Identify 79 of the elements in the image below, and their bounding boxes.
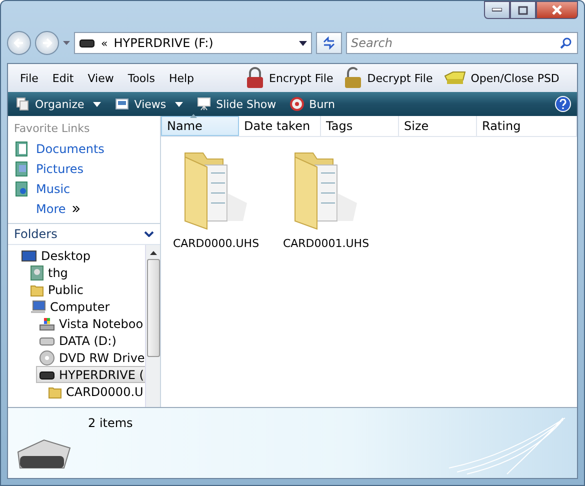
drive-icon	[79, 38, 95, 48]
more-link[interactable]: More	[14, 199, 80, 219]
disc-icon	[290, 97, 304, 111]
section-title: Favorite Links	[14, 122, 91, 135]
favorite-link[interactable]: Music	[14, 179, 70, 199]
toolbar-button[interactable]: Organize	[14, 97, 104, 111]
folder-item[interactable]: CARD0000.UHS	[171, 143, 261, 250]
menu-item[interactable]: Edit	[46, 70, 80, 86]
file-name: CARD0000.UHS	[172, 237, 260, 250]
favorite-link[interactable]: Documents	[14, 139, 104, 159]
refresh-button[interactable]	[316, 32, 342, 54]
tree-item[interactable]: DVD RW Drive	[36, 349, 145, 366]
hard-drive-icon	[39, 336, 55, 346]
menu-item[interactable]: Tools	[122, 70, 161, 86]
folders-header[interactable]: Folders	[8, 223, 160, 245]
chevron-icon	[144, 231, 154, 237]
toolbar-button[interactable]: Burn	[288, 97, 337, 111]
folder-item[interactable]: CARD0001.UHS	[281, 143, 371, 250]
open-padlock-icon	[343, 67, 364, 89]
tree-item[interactable]: Desktop	[18, 247, 94, 264]
tree-item[interactable]: Computer	[27, 298, 113, 315]
desktop-icon	[21, 248, 37, 262]
command-button[interactable]: Encrypt File	[242, 67, 336, 89]
projector-screen-icon	[197, 97, 212, 111]
tree-item[interactable]: thg	[27, 264, 71, 281]
item-count: 2 items	[88, 416, 133, 430]
up-arrow-icon[interactable]	[150, 251, 156, 255]
music-icon	[14, 181, 30, 197]
computer-icon	[30, 300, 46, 314]
caret-icon	[175, 102, 184, 106]
dropdown-arrow-icon[interactable]	[299, 40, 307, 46]
close-icon	[551, 5, 563, 15]
question-mark-icon	[559, 99, 567, 109]
back-button[interactable]	[7, 31, 31, 55]
padlock-icon	[245, 67, 266, 89]
disc-icon	[39, 350, 55, 366]
left-arrow-icon	[13, 37, 25, 49]
menu-item[interactable]: File	[14, 70, 44, 86]
toolbar-button[interactable]: Views	[113, 98, 186, 110]
maximize-button[interactable]	[510, 1, 536, 19]
folder-icon	[30, 282, 44, 296]
drive-icon	[442, 70, 467, 86]
tree-item[interactable]: Public	[27, 281, 87, 298]
double-chevron-icon	[72, 206, 80, 212]
address-bar[interactable]: « HYPERDRIVE (F:)	[74, 32, 312, 54]
right-arrow-icon	[41, 37, 53, 49]
drive-icon	[39, 370, 55, 380]
windows-drive-icon	[39, 316, 55, 330]
tree-item[interactable]: HYPERDRIVE (	[36, 366, 145, 383]
menu-item[interactable]: View	[82, 70, 120, 86]
menu-item[interactable]: Help	[162, 70, 200, 86]
forward-button[interactable]	[35, 31, 59, 55]
close-button[interactable]	[536, 1, 578, 19]
user-folder-icon	[30, 264, 44, 280]
search-icon[interactable]	[560, 37, 572, 49]
refresh-icon	[322, 36, 336, 50]
breadcrumb-chevron[interactable]: «	[101, 36, 108, 50]
command-button[interactable]: Open/Close PSD	[440, 67, 562, 89]
file-name: CARD0001.UHS	[282, 237, 370, 250]
address-path: HYPERDRIVE (F:)	[114, 36, 214, 50]
toolbar-button[interactable]: Slide Show	[195, 97, 278, 111]
column-header[interactable]: Name	[161, 116, 239, 136]
search-field[interactable]: Search	[346, 32, 578, 54]
maximize-icon	[518, 6, 528, 14]
sort-arrow-icon	[190, 114, 197, 118]
minimize-button[interactable]	[484, 1, 510, 19]
scrollbar[interactable]	[145, 245, 160, 407]
pages-icon	[16, 97, 30, 111]
favorite-link[interactable]: Pictures	[14, 159, 84, 179]
pictures-icon	[14, 161, 30, 177]
minimize-icon	[492, 8, 502, 12]
help-button[interactable]	[555, 96, 571, 112]
command-button[interactable]: Decrypt File	[340, 67, 436, 89]
tree-item[interactable]: DATA (D:)	[36, 332, 120, 349]
caret-icon	[93, 102, 102, 106]
views-icon	[115, 98, 130, 110]
tree-item[interactable]: Vista Noteboo	[36, 315, 145, 332]
documents-icon	[14, 141, 30, 157]
tree-item[interactable]: CARD0000.U	[45, 383, 145, 400]
